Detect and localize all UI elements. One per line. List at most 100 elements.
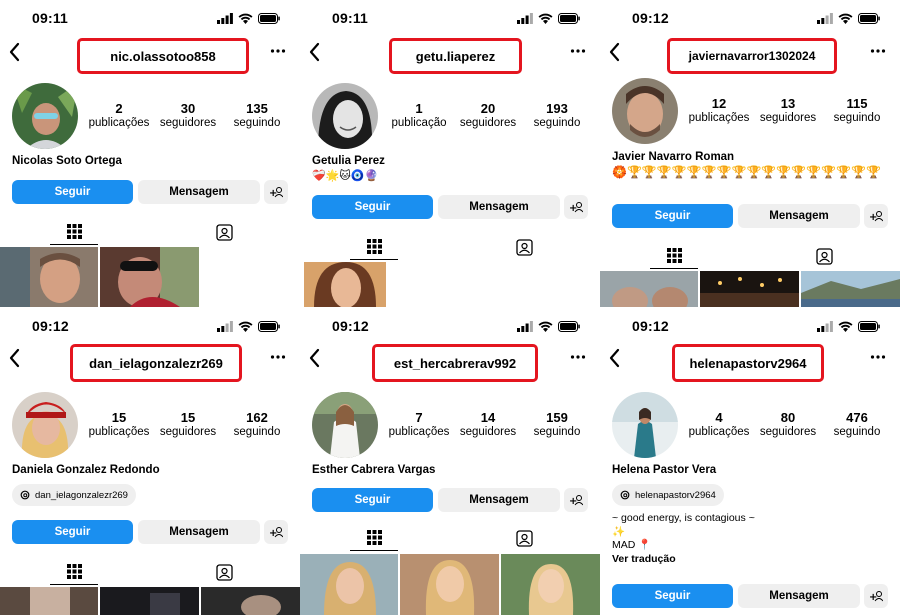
posts-count: 2 publicações: [88, 101, 150, 130]
signal-icon: [517, 13, 533, 24]
tab-posts-grid[interactable]: [350, 525, 398, 551]
follow-button[interactable]: Seguir: [12, 180, 133, 204]
translate-link[interactable]: Ver tradução: [612, 553, 676, 566]
more-icon[interactable]: [270, 349, 286, 365]
suggest-people-button[interactable]: +: [264, 520, 288, 544]
message-button[interactable]: Mensagem: [438, 195, 560, 219]
post-thumbnail[interactable]: [304, 262, 386, 307]
avatar[interactable]: [12, 392, 78, 458]
following-count[interactable]: 115 seguindo: [828, 97, 886, 125]
wifi-icon: [238, 321, 253, 332]
username-title: getu.liaperez: [389, 38, 522, 74]
threads-link[interactable]: helenapastorv2964: [612, 484, 724, 506]
tab-tagged[interactable]: [800, 243, 848, 269]
add-person-icon: +: [269, 527, 283, 538]
following-count[interactable]: 135 seguindo: [228, 102, 286, 130]
display-name: Javier Navarro Roman: [612, 151, 735, 163]
post-thumbnail[interactable]: [600, 271, 698, 307]
follow-button[interactable]: Seguir: [312, 488, 433, 512]
signal-icon: [817, 13, 833, 24]
following-count[interactable]: 162 seguindo: [228, 411, 286, 439]
message-button[interactable]: Mensagem: [738, 584, 860, 608]
username-title: helenapastorv2964: [672, 344, 824, 382]
tab-tagged[interactable]: [500, 525, 548, 551]
post-thumbnail[interactable]: [501, 554, 600, 615]
following-count[interactable]: 193 seguindo: [528, 102, 586, 130]
status-bar: 09:11: [300, 10, 600, 28]
following-count[interactable]: 476 seguindo: [828, 411, 886, 439]
followers-count[interactable]: 15 seguidores: [156, 411, 220, 439]
tab-posts-grid[interactable]: [350, 234, 398, 260]
signal-icon: [217, 13, 233, 24]
tab-posts-grid[interactable]: [650, 243, 698, 269]
avatar[interactable]: [12, 83, 78, 149]
profile-panel-1: 09:11 nic.olassotoo858 2 publicações 30 se…: [0, 0, 300, 307]
tab-posts-grid[interactable]: [50, 219, 98, 245]
message-button[interactable]: Mensagem: [738, 204, 860, 228]
follow-button[interactable]: Seguir: [12, 520, 133, 544]
suggest-people-button[interactable]: +: [564, 488, 588, 512]
post-thumbnail[interactable]: [400, 554, 499, 615]
profile-panel-2: 09:11 getu.liaperez 1 publicação 20 seguid…: [300, 0, 600, 307]
back-icon[interactable]: [8, 348, 20, 368]
post-thumbnail[interactable]: [300, 554, 398, 615]
followers-count[interactable]: 80 seguidores: [756, 411, 820, 439]
status-time: 09:11: [332, 10, 369, 26]
back-icon[interactable]: [8, 42, 20, 62]
tab-tagged[interactable]: [200, 219, 248, 245]
avatar[interactable]: [612, 392, 678, 458]
posts-count: 1 publicação: [391, 101, 447, 130]
post-thumbnail[interactable]: [201, 587, 300, 615]
follow-button[interactable]: Seguir: [612, 204, 733, 228]
profile-panel-4: 09:12 dan_ielagonzalezr269 15 publicações…: [0, 308, 300, 615]
back-icon[interactable]: [608, 42, 620, 62]
display-name: Nicolas Soto Ortega: [12, 155, 122, 167]
message-button[interactable]: Mensagem: [138, 180, 260, 204]
follow-button[interactable]: Seguir: [612, 584, 733, 608]
followers-count[interactable]: 20 seguidores: [456, 102, 520, 130]
status-bar: 09:12: [600, 10, 900, 28]
avatar[interactable]: [312, 83, 378, 149]
avatar[interactable]: [612, 78, 678, 144]
suggest-people-button[interactable]: +: [864, 204, 888, 228]
back-icon[interactable]: [608, 348, 620, 368]
more-icon[interactable]: [570, 43, 586, 59]
suggest-people-button[interactable]: +: [564, 195, 588, 219]
post-thumbnail[interactable]: [0, 587, 98, 615]
battery-icon: [858, 13, 880, 24]
followers-count[interactable]: 13 seguidores: [756, 97, 820, 125]
tab-posts-grid[interactable]: [50, 559, 98, 585]
more-icon[interactable]: [570, 349, 586, 365]
display-name: Esther Cabrera Vargas: [312, 464, 436, 476]
tab-tagged[interactable]: [200, 559, 248, 585]
message-button[interactable]: Mensagem: [138, 520, 260, 544]
battery-icon: [258, 321, 280, 332]
more-icon[interactable]: [870, 349, 886, 365]
suggest-people-button[interactable]: +: [864, 584, 888, 608]
followers-count[interactable]: 30 seguidores: [156, 102, 220, 130]
more-icon[interactable]: [870, 43, 886, 59]
tab-tagged[interactable]: [500, 234, 548, 260]
avatar[interactable]: [312, 392, 378, 458]
tagged-icon: [215, 563, 233, 581]
post-thumbnail[interactable]: [100, 587, 199, 615]
following-count[interactable]: 159 seguindo: [528, 411, 586, 439]
grid-icon: [66, 564, 82, 579]
follow-button[interactable]: Seguir: [312, 195, 433, 219]
threads-link[interactable]: dan_ielagonzalezr269: [12, 484, 136, 506]
post-thumbnail[interactable]: [100, 247, 199, 307]
post-thumbnail[interactable]: [801, 271, 900, 307]
post-thumbnail[interactable]: [700, 271, 799, 307]
display-name: Helena Pastor Vera: [612, 464, 717, 476]
post-thumbnail[interactable]: [0, 247, 98, 307]
back-icon[interactable]: [308, 348, 320, 368]
battery-icon: [258, 13, 280, 24]
battery-icon: [558, 321, 580, 332]
followers-count[interactable]: 14 seguidores: [456, 411, 520, 439]
back-icon[interactable]: [308, 42, 320, 62]
message-button[interactable]: Mensagem: [438, 488, 560, 512]
suggest-people-button[interactable]: +: [264, 180, 288, 204]
status-bar: 09:11: [0, 10, 300, 28]
more-icon[interactable]: [270, 43, 286, 59]
posts-count: 12 publicações: [688, 96, 750, 125]
